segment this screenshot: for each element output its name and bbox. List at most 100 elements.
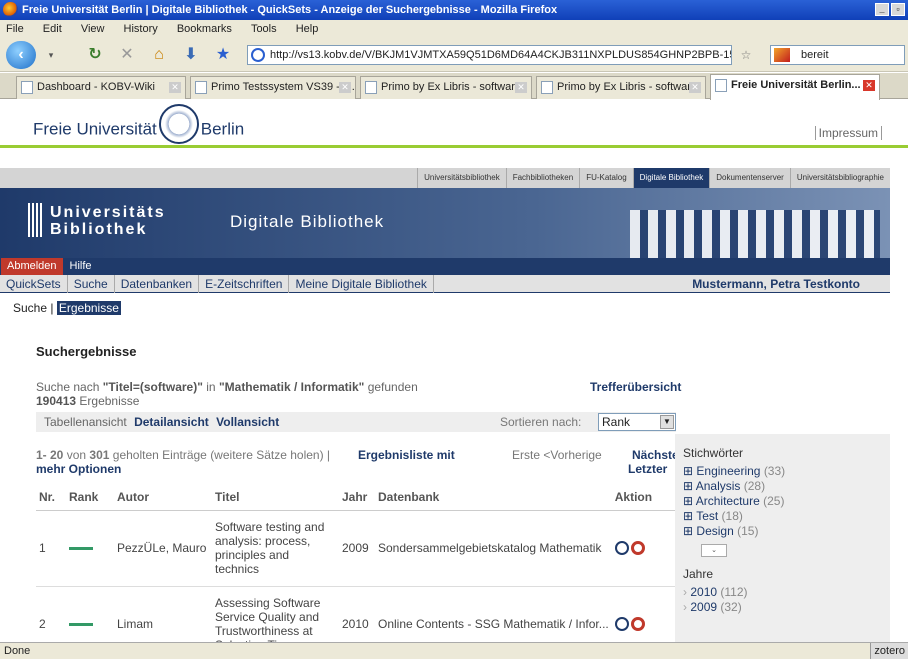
back-button[interactable]: ‹ — [6, 41, 36, 69]
firefox-icon — [3, 2, 18, 17]
nav-quicksets[interactable]: QuickSets — [0, 275, 68, 293]
sort-select[interactable]: Rank ▼ — [598, 413, 676, 431]
close-tab-icon[interactable]: ✕ — [689, 82, 701, 93]
facet-year[interactable]: › 2010 (112) — [683, 585, 890, 600]
site-identity-icon[interactable] — [251, 48, 265, 62]
row-title[interactable]: Software testing and analysis: process, … — [212, 510, 339, 587]
topnav-fu-katalog[interactable]: FU-Katalog — [579, 168, 632, 188]
detail-view-link[interactable]: Detailansicht — [134, 415, 209, 429]
pagination: 1- 20 von 301 geholten Einträge (weitere… — [36, 448, 686, 480]
topnav-fachbib[interactable]: Fachbibliotheken — [505, 168, 579, 188]
topnav-bibliographie[interactable]: Universitätsbibliographie — [789, 168, 890, 188]
row-title[interactable]: Assessing Software Service Quality and T… — [212, 586, 339, 642]
row-author[interactable]: Limam — [114, 586, 212, 642]
col-nr[interactable]: Nr. — [36, 484, 66, 511]
table-row[interactable]: 2 Limam Assessing Software Service Quali… — [36, 586, 676, 642]
facet-keyword[interactable]: ⊞ Design (15) — [683, 524, 890, 539]
tab-primo-2[interactable]: Primo by Ex Libris - software ✕ — [536, 76, 706, 99]
facet-count: (18) — [721, 509, 743, 523]
plus-icon: ⊞ — [683, 524, 694, 538]
topnav-ub[interactable]: Universitätsbibliothek — [417, 168, 506, 188]
facet-keyword[interactable]: ⊞ Test (18) — [683, 509, 890, 524]
chevron-right-icon: › — [683, 585, 687, 599]
facet-keyword[interactable]: ⊞ Analysis (28) — [683, 479, 890, 494]
nav-suche[interactable]: Suche — [68, 275, 115, 293]
close-tab-icon[interactable]: ✕ — [339, 82, 351, 93]
col-titel[interactable]: Titel — [212, 484, 339, 511]
topnav-digitale-bibliothek[interactable]: Digitale Bibliothek — [632, 168, 710, 188]
last-link[interactable]: Letzter — [628, 462, 667, 476]
sfx-icon[interactable] — [630, 541, 645, 556]
breadcrumb-suche[interactable]: Suche — [13, 301, 47, 315]
bookmark-icon[interactable]: ★ — [212, 44, 234, 66]
col-datenbank[interactable]: Datenbank — [375, 484, 612, 511]
zotero-button[interactable]: zotero — [870, 643, 908, 659]
close-tab-icon[interactable]: ✕ — [169, 82, 181, 93]
overview-link[interactable]: Trefferübersicht — [590, 380, 681, 394]
tab-dashboard[interactable]: Dashboard - KOBV-Wiki ✕ — [16, 76, 186, 99]
menu-edit[interactable]: Edit — [43, 23, 62, 35]
breadcrumb-current: Ergebnisse — [56, 301, 121, 315]
nav-meine-bibliothek[interactable]: Meine Digitale Bibliothek — [289, 275, 434, 293]
home-icon[interactable]: ⌂ — [148, 44, 170, 66]
facet-keyword[interactable]: ⊞ Engineering (33) — [683, 464, 890, 479]
basket-icon[interactable] — [614, 541, 629, 556]
fetch-more-link[interactable]: geholten Einträge (weitere Sätze holen) … — [113, 448, 330, 462]
row-actions — [611, 586, 676, 642]
facet-year[interactable]: › 2009 (32) — [683, 600, 890, 615]
help-link[interactable]: Hilfe — [64, 258, 98, 275]
tab-fu-berlin[interactable]: Freie Universität Berlin... ✕ — [710, 74, 880, 100]
impressum-link[interactable]: Impressum — [814, 126, 882, 140]
facet-keyword[interactable]: ⊞ Architecture (25) — [683, 494, 890, 509]
col-rank[interactable]: Rank — [66, 484, 114, 511]
table-row[interactable]: 1 PezzÜLe, Mauro Software testing and an… — [36, 510, 676, 587]
minimize-button[interactable]: _ — [875, 3, 889, 16]
basket-icon[interactable] — [614, 617, 629, 632]
reload-icon[interactable]: ↻ — [84, 44, 106, 66]
nav-e-zeitschriften[interactable]: E-Zeitschriften — [199, 275, 290, 293]
menu-help[interactable]: Help — [296, 23, 319, 35]
star-bookmark-icon[interactable]: ☆ — [735, 44, 757, 66]
ub-line-1: Universitäts — [50, 204, 166, 221]
logout-link[interactable]: Abmelden — [1, 258, 63, 275]
more-options-link[interactable]: mehr Optionen — [36, 462, 356, 476]
table-view-label[interactable]: Tabellenansicht — [44, 415, 127, 429]
history-dropdown-icon[interactable]: ▾ — [40, 44, 62, 66]
full-view-link[interactable]: Vollansicht — [216, 415, 279, 429]
result-count-label: Ergebnisse — [79, 394, 140, 408]
close-tab-icon[interactable]: ✕ — [515, 82, 527, 93]
stop-icon[interactable]: ✕ — [116, 44, 138, 66]
expand-more-icon[interactable]: ⌄ — [701, 544, 727, 557]
menu-view[interactable]: View — [81, 23, 105, 35]
menu-history[interactable]: History — [124, 23, 158, 35]
fu-logo[interactable]: Freie Universität Berlin — [33, 104, 244, 144]
page-content: Freie Universität Berlin Impressum Univer… — [0, 100, 908, 642]
tab-primo-1[interactable]: Primo by Ex Libris - software ✕ — [360, 76, 532, 99]
search-engine-icon[interactable] — [774, 48, 790, 62]
page-title: Suchergebnisse — [36, 344, 137, 359]
chevron-down-icon[interactable]: ▼ — [660, 415, 674, 429]
navigation-toolbar: ‹ ▾ ↻ ✕ ⌂ ⬇ ★ http://vs13.kobv.de/V/BKJM… — [0, 38, 908, 72]
topnav-dokumentenserver[interactable]: Dokumentenserver — [709, 168, 790, 188]
sfx-icon[interactable] — [630, 617, 645, 632]
col-autor[interactable]: Autor — [114, 484, 212, 511]
query-text: "Titel=(software)" — [102, 380, 203, 394]
url-bar[interactable]: http://vs13.kobv.de/V/BKJM1VJMTXA59Q51D6… — [247, 45, 732, 65]
download-icon[interactable]: ⬇ — [180, 44, 202, 66]
first-prev-link[interactable]: Erste <Vorherige — [512, 448, 602, 462]
row-author[interactable]: PezzÜLe, Mauro — [114, 510, 212, 587]
menu-file[interactable]: File — [6, 23, 24, 35]
facet-label: Architecture — [695, 494, 760, 508]
result-list-link[interactable]: Ergebnisliste mit — [358, 448, 455, 462]
menu-tools[interactable]: Tools — [251, 23, 277, 35]
page-icon — [715, 79, 727, 92]
close-tab-icon[interactable]: ✕ — [863, 80, 875, 91]
tab-primo-test[interactable]: Primo Testssystem VS39 - P... ✕ — [190, 76, 356, 99]
search-box[interactable]: bereit — [770, 45, 905, 65]
menu-bookmarks[interactable]: Bookmarks — [177, 23, 232, 35]
maximize-button[interactable]: ▫ — [891, 3, 905, 16]
nav-datenbanken[interactable]: Datenbanken — [115, 275, 200, 293]
col-jahr[interactable]: Jahr — [339, 484, 375, 511]
facet-count: (25) — [763, 494, 785, 508]
plus-icon: ⊞ — [683, 494, 694, 508]
